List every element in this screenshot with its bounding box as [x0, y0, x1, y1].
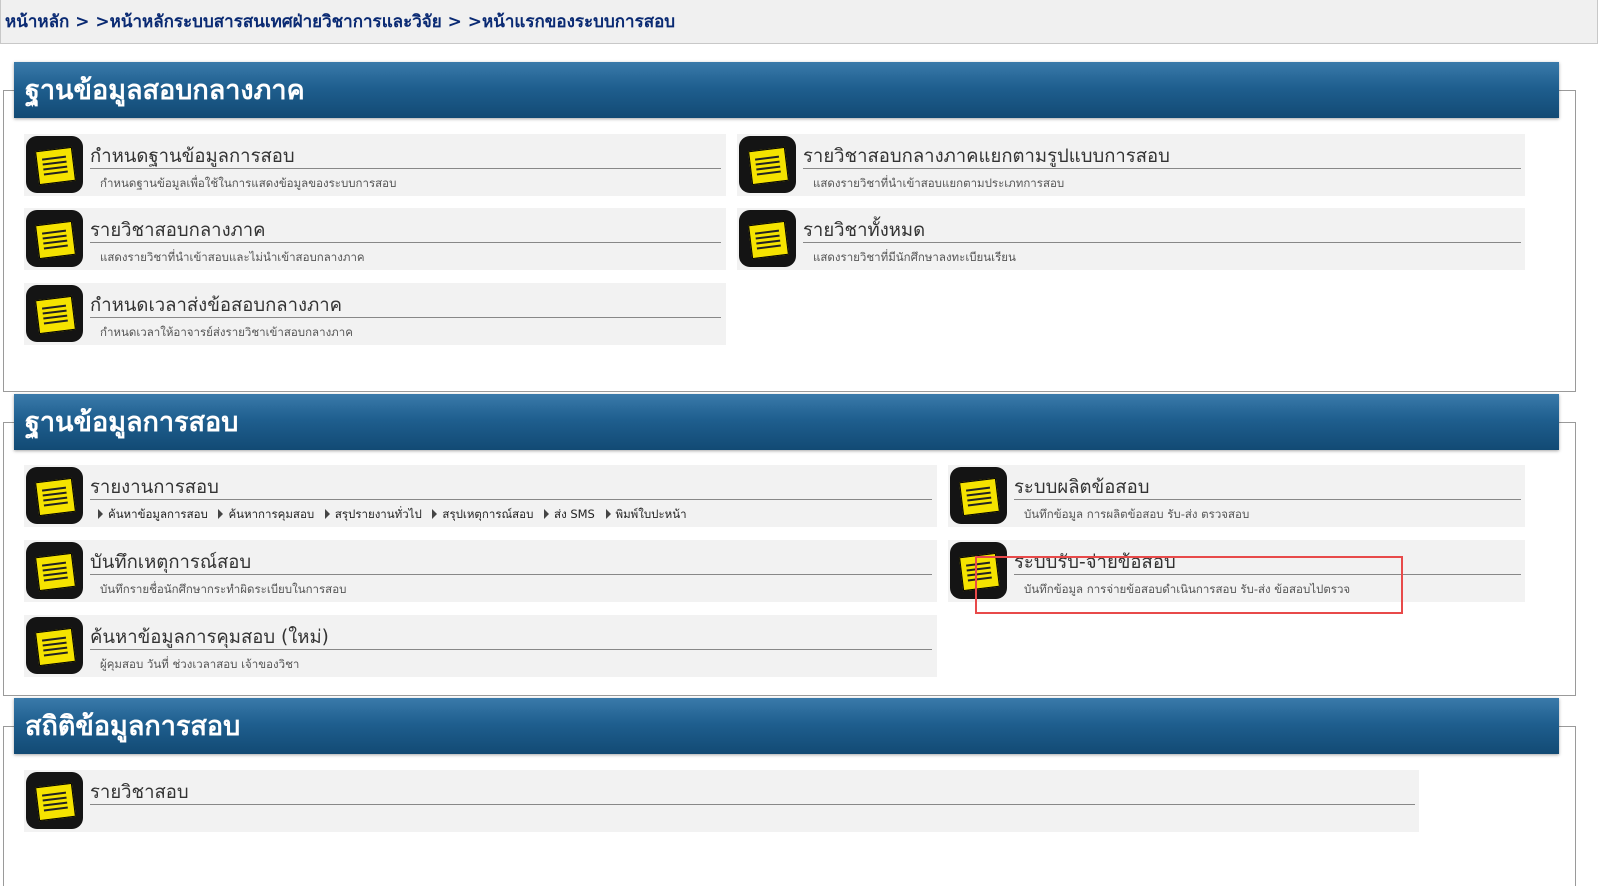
menu-item-midterm-by-format[interactable]: รายวิชาสอบกลางภาคแยกตามรูปแบบการสอบ แสดง… — [737, 134, 1525, 196]
breadcrumb-exam-home-link[interactable]: >หน้าแรกของระบบการสอบ — [468, 12, 675, 32]
menu-item-title[interactable]: กำหนดฐานข้อมูลการสอบ — [90, 142, 295, 171]
divider — [803, 242, 1521, 243]
menu-item-exam-report[interactable]: รายงานการสอบ ค้นหาข้อมูลการสอบ ค้นหาการค… — [24, 465, 937, 527]
menu-item-description: บันทึกข้อมูล การจ่ายข้อสอบดำเนินการสอบ ร… — [1024, 582, 1351, 596]
notepad-icon — [26, 617, 83, 674]
menu-item-exam-production[interactable]: ระบบผลิตข้อสอบ บันทึกข้อมูล การผลิตข้อสอ… — [948, 465, 1525, 527]
notepad-icon — [739, 210, 796, 267]
section-title: สถิติข้อมูลการสอบ — [14, 698, 1559, 754]
menu-item-title[interactable]: รายวิชาทั้งหมด — [803, 216, 925, 245]
menu-item-description: บันทึกรายชื่อนักศึกษากระทำผิดระเบียบในกา… — [100, 582, 347, 596]
menu-item-exam-distribution[interactable]: ระบบรับ-จ่ายข้อสอบ บันทึกข้อมูล การจ่ายข… — [948, 540, 1525, 602]
menu-item-exam-incident-record[interactable]: บันทึกเหตุการณ์สอบ บันทึกรายชื่อนักศึกษา… — [24, 540, 937, 602]
menu-item-title[interactable]: รายงานการสอบ — [90, 473, 219, 502]
menu-item-title[interactable]: ค้นหาข้อมูลการคุมสอบ (ใหม่) — [90, 623, 329, 652]
menu-item-description: แสดงรายวิชาที่นำเข้าสอบแยกตามประเภทการสอ… — [813, 176, 1065, 190]
menu-item-title[interactable]: รายวิชาสอบกลางภาคแยกตามรูปแบบการสอบ — [803, 142, 1170, 171]
menu-item-description: บันทึกข้อมูล การผลิตข้อสอบ รับ-ส่ง ตรวจส… — [1024, 507, 1250, 521]
section-title: ฐานข้อมูลการสอบ — [14, 394, 1559, 450]
menu-item-exam-database-setup[interactable]: กำหนดฐานข้อมูลการสอบ กำหนดฐานข้อมูลเพื่อ… — [24, 134, 726, 196]
menu-item-title[interactable]: ระบบผลิตข้อสอบ — [1014, 473, 1149, 502]
notepad-icon — [26, 285, 83, 342]
divider — [90, 649, 932, 650]
divider — [90, 804, 1415, 805]
menu-item-proctoring-search-new[interactable]: ค้นหาข้อมูลการคุมสอบ (ใหม่) ผู้คุมสอบ วั… — [24, 615, 937, 677]
breadcrumb: หน้าหลัก > >หน้าหลักระบบสารสนเทศฝ่ายวิชา… — [0, 0, 1598, 44]
divider — [1014, 574, 1521, 575]
link-print-cover-sheet[interactable]: พิมพ์ใบปะหน้า — [606, 506, 687, 524]
notepad-icon — [26, 210, 83, 267]
menu-item-submission-deadline[interactable]: กำหนดเวลาส่งข้อสอบกลางภาค กำหนดเวลาให้อา… — [24, 283, 726, 345]
notepad-icon — [26, 542, 83, 599]
link-search-proctoring[interactable]: ค้นหาการคุมสอบ — [218, 506, 314, 524]
link-search-exam-data[interactable]: ค้นหาข้อมูลการสอบ — [98, 506, 208, 524]
breadcrumb-academic-link[interactable]: >หน้าหลักระบบสารสนเทศฝ่ายวิชาการและวิจัย — [95, 12, 441, 32]
notepad-icon — [739, 136, 796, 193]
notepad-icon — [950, 542, 1007, 599]
link-send-sms[interactable]: ส่ง SMS — [544, 506, 595, 524]
divider — [90, 499, 932, 500]
menu-item-description: แสดงรายวิชาที่นำเข้าสอบและไม่นำเข้าสอบกล… — [100, 250, 365, 264]
breadcrumb-separator: > — [69, 12, 96, 32]
notepad-icon — [26, 136, 83, 193]
menu-item-description: กำหนดเวลาให้อาจารย์ส่งรายวิชาเข้าสอบกลาง… — [100, 325, 353, 339]
menu-item-all-courses[interactable]: รายวิชาทั้งหมด แสดงรายวิชาที่มีนักศึกษาล… — [737, 208, 1525, 270]
menu-item-description: ผู้คุมสอบ วันที่ ช่วงเวลาสอบ เจ้าของวิชา — [100, 657, 300, 671]
menu-item-description: แสดงรายวิชาที่มีนักศึกษาลงทะเบียนเรียน — [813, 250, 1016, 264]
section-title: ฐานข้อมูลสอบกลางภาค — [14, 62, 1559, 118]
divider — [90, 242, 721, 243]
menu-item-exam-courses[interactable]: รายวิชาสอบ — [24, 770, 1419, 832]
menu-item-title[interactable]: ระบบรับ-จ่ายข้อสอบ — [1014, 548, 1176, 577]
menu-item-title[interactable]: กำหนดเวลาส่งข้อสอบกลางภาค — [90, 291, 342, 320]
menu-item-title[interactable]: รายวิชาสอบกลางภาค — [90, 216, 266, 245]
notepad-icon — [26, 467, 83, 524]
divider — [90, 317, 721, 318]
divider — [803, 168, 1521, 169]
breadcrumb-home-link[interactable]: หน้าหลัก — [5, 12, 69, 32]
breadcrumb-separator: > — [441, 12, 468, 32]
sub-links: ค้นหาข้อมูลการสอบ ค้นหาการคุมสอบ สรุปราย… — [98, 506, 694, 524]
menu-item-title[interactable]: รายวิชาสอบ — [90, 778, 189, 807]
menu-item-title[interactable]: บันทึกเหตุการณ์สอบ — [90, 548, 251, 577]
notepad-icon — [950, 467, 1007, 524]
divider — [90, 168, 721, 169]
link-incident-summary[interactable]: สรุปเหตุการณ์สอบ — [432, 506, 533, 524]
menu-item-midterm-courses[interactable]: รายวิชาสอบกลางภาค แสดงรายวิชาที่นำเข้าสอ… — [24, 208, 726, 270]
link-general-summary[interactable]: สรุปรายงานทั่วไป — [325, 506, 422, 524]
menu-item-description: กำหนดฐานข้อมูลเพื่อใช้ในการแสดงข้อมูลของ… — [100, 176, 397, 190]
divider — [1014, 499, 1521, 500]
notepad-icon — [26, 772, 83, 829]
divider — [90, 574, 932, 575]
